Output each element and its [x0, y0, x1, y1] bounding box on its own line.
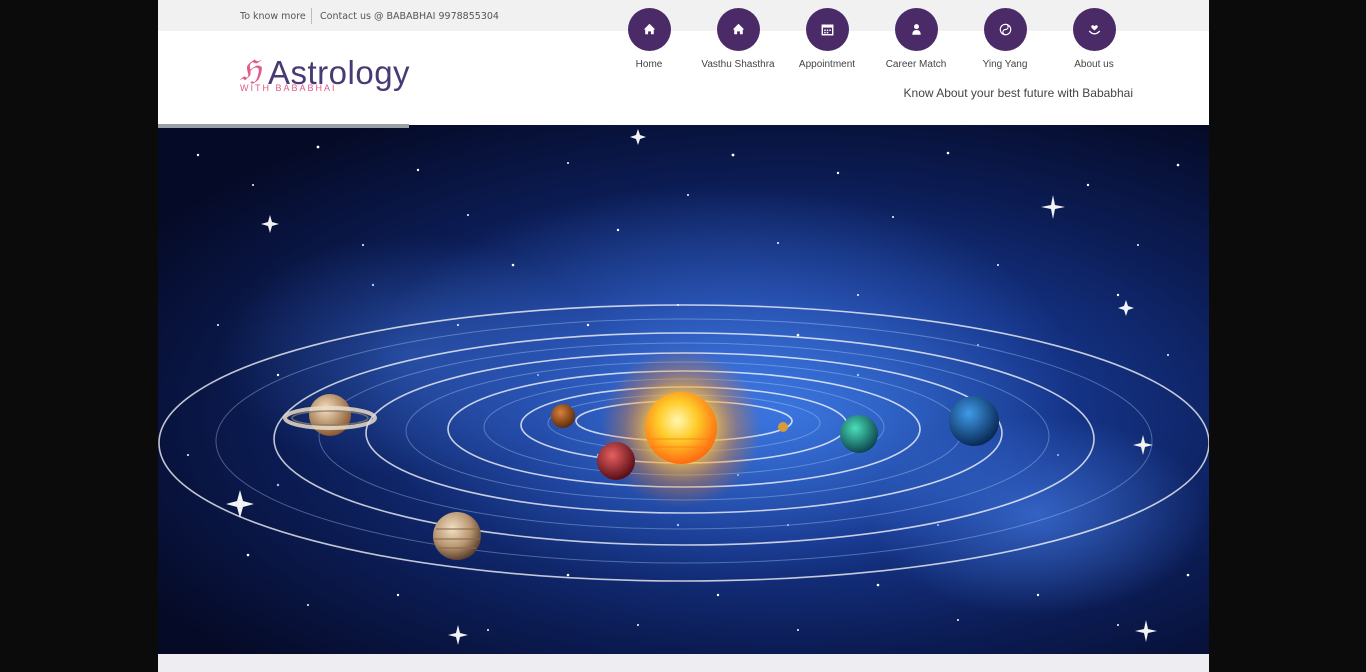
person-icon: [894, 8, 938, 51]
solar-system-illustration: [158, 129, 1209, 645]
page: To know more Contact us @ BABABHAI 99788…: [158, 0, 1209, 672]
nav-item-ying-yang[interactable]: Ying Yang: [960, 8, 1050, 70]
home-icon: [627, 8, 671, 51]
footer-strip: [158, 654, 1209, 672]
nav-label: Ying Yang: [982, 59, 1028, 70]
calendar-icon: [805, 8, 849, 51]
logo-subtitle: WITH BABABHAI: [240, 83, 337, 93]
nav-label: Appointment: [798, 59, 856, 70]
nav-label: About us: [1074, 59, 1114, 70]
yin-yang-icon: [983, 8, 1027, 51]
heart-hand-icon: [1072, 8, 1116, 51]
nav-item-career-match[interactable]: Career Match: [871, 8, 961, 70]
nav-item-about-us[interactable]: About us: [1049, 8, 1139, 70]
nav-item-vasthu-shasthra[interactable]: Vasthu Shasthra: [693, 8, 783, 70]
slider-progress-bar: [158, 124, 409, 128]
main-nav: Home Vasthu Shasthra Appointment Career …: [158, 8, 1209, 78]
nav-label: Home: [635, 59, 663, 70]
home-icon: [716, 8, 760, 51]
nav-label: Vasthu Shasthra: [701, 59, 775, 70]
hero-slider[interactable]: [158, 125, 1209, 654]
nav-item-home[interactable]: Home: [604, 8, 694, 70]
nav-item-appointment[interactable]: Appointment: [782, 8, 872, 70]
tagline: Know About your best future with Bababha…: [903, 86, 1133, 100]
nav-label: Career Match: [885, 59, 947, 70]
